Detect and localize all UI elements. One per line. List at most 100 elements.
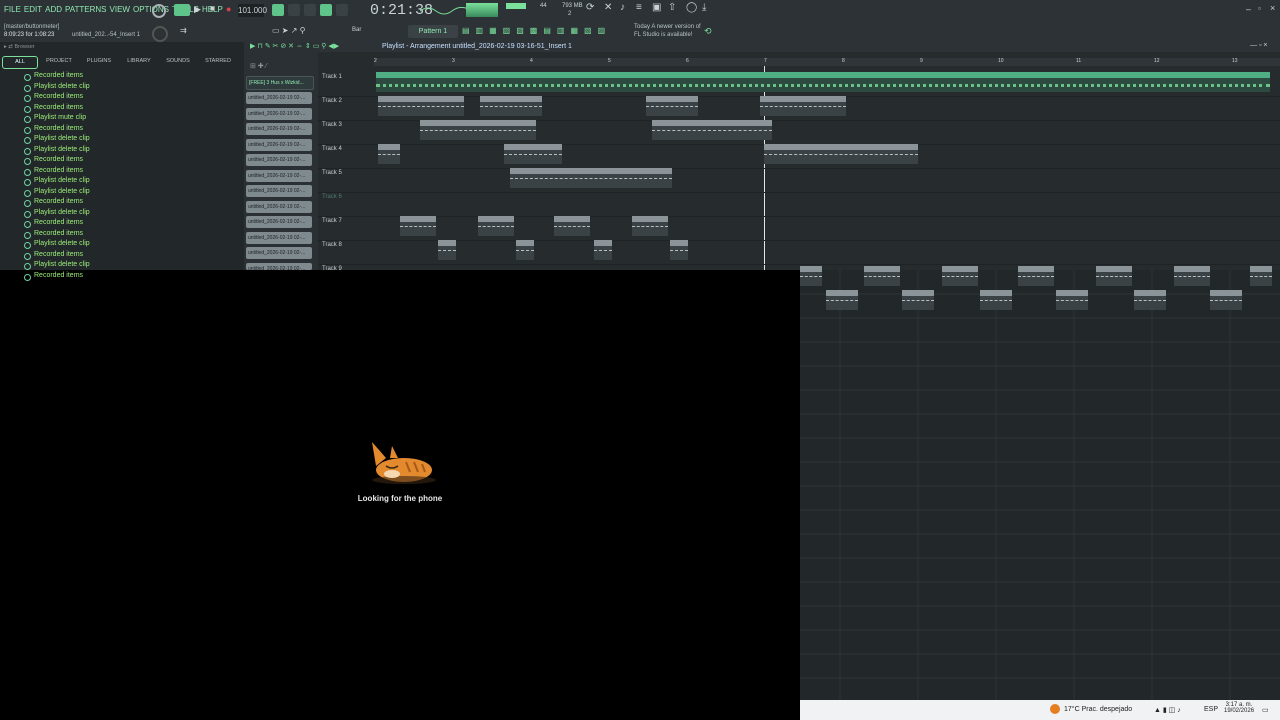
audio-clip[interactable]: untitl...sert 1: [478, 216, 514, 236]
channel-item[interactable]: untitled_2026-02-19 02-...: [246, 169, 312, 182]
playlist-window-controls[interactable]: — ▫ ×: [1250, 42, 1267, 49]
arrange-icon[interactable]: ≡: [636, 2, 648, 14]
export-icon[interactable]: ⇧: [668, 2, 680, 14]
tab-project[interactable]: PROJECT: [40, 56, 78, 67]
snap-selector[interactable]: Bar: [352, 27, 361, 33]
chat-icon[interactable]: ◯: [686, 2, 698, 14]
track-label[interactable]: Track 5: [322, 170, 342, 176]
audio-clip[interactable]: untitl...1 #2: [826, 290, 858, 310]
audio-clip[interactable]: [516, 240, 534, 260]
list-item[interactable]: Recorded items: [24, 93, 234, 104]
audio-clip[interactable]: untitl...sert 1: [864, 266, 900, 286]
track-label[interactable]: Track 1: [322, 74, 342, 80]
track-label[interactable]: Track 9: [322, 266, 342, 272]
play-icon[interactable]: ▶: [194, 4, 206, 16]
list-item[interactable]: Recorded items: [24, 72, 234, 83]
audio-clip[interactable]: untitl...sert 1: [632, 216, 668, 236]
clock[interactable]: 3:17 a. m. 19/02/2026: [1224, 702, 1254, 714]
tab-all[interactable]: ALL: [2, 56, 38, 69]
tab-plugins[interactable]: PLUGINS: [80, 56, 118, 67]
audio-clip[interactable]: untitled_2...6_Insert 1: [504, 144, 562, 164]
audio-clip[interactable]: untitl...sert 1: [554, 216, 590, 236]
list-item[interactable]: Recorded items: [24, 219, 234, 230]
midi-icon[interactable]: ✕: [604, 2, 616, 14]
audio-clip[interactable]: untitled_..._Insert 1: [646, 96, 698, 116]
weather-icon[interactable]: [1050, 704, 1060, 714]
list-item[interactable]: Recorded items: [24, 104, 234, 115]
timeline-ruler[interactable]: 2 3 4 5 6 7 8 9 10 11 12 13: [374, 58, 1280, 66]
audio-clip[interactable]: untitl...1 #2: [980, 290, 1012, 310]
playlist-tool-icons[interactable]: ▶ ⊓ ✎ ✂ ⊘ ✕ ⇔ ⇕ ▭ ⚲ ◀▶: [250, 42, 339, 50]
panic-icon[interactable]: ⟳: [586, 2, 598, 14]
weather-text[interactable]: 17°C Prac. despejado: [1064, 706, 1132, 713]
audio-clip[interactable]: untitl...1 #2: [1134, 290, 1166, 310]
list-item[interactable]: Playlist delete clip: [24, 177, 234, 188]
audio-clip[interactable]: untitled_2026-02-19 03-16-34_Insert 1: [652, 120, 772, 140]
channel-item[interactable]: untitled_2026-02-19 02-...: [246, 107, 312, 120]
channel-item[interactable]: untitled_2026-02-19 02-...: [246, 138, 312, 151]
audio-clip[interactable]: [594, 240, 612, 260]
list-item[interactable]: Playlist delete clip: [24, 83, 234, 94]
pattern-song-toggle[interactable]: [174, 4, 190, 16]
tool-arrow-icon[interactable]: ⇉: [180, 26, 187, 35]
track-label[interactable]: Track 7: [322, 218, 342, 224]
audio-clip[interactable]: [800, 266, 822, 286]
minimize-icon[interactable]: –: [1246, 4, 1251, 14]
list-item[interactable]: Recorded items: [24, 251, 234, 262]
menu-file[interactable]: FILE: [4, 5, 21, 14]
wait-input-icon[interactable]: [288, 4, 300, 16]
audio-clip[interactable]: untitled_2026-02-19 03-16-51_Insert 1: [764, 144, 918, 164]
list-item[interactable]: Recorded items: [24, 198, 234, 209]
news-refresh-icon[interactable]: ⟲: [704, 26, 712, 37]
tab-sounds[interactable]: SOUNDS: [160, 56, 196, 67]
close-icon[interactable]: ×: [1270, 3, 1275, 13]
list-item[interactable]: Playlist delete clip: [24, 146, 234, 157]
list-item[interactable]: Recorded items: [24, 230, 234, 241]
channel-item[interactable]: untitled_2026-02-19 02-...: [246, 154, 312, 166]
master-volume-knob[interactable]: [152, 4, 166, 18]
audio-clip[interactable]: untitl...sert 1: [400, 216, 436, 236]
tab-library[interactable]: LIBRARY: [120, 56, 158, 67]
notification-icon[interactable]: ▭: [1262, 706, 1269, 714]
stop-icon[interactable]: ■: [210, 4, 222, 16]
window-shortcut-icons[interactable]: ▤▥▦▧▨▩▤▥▦▧▨: [462, 26, 611, 35]
track-label[interactable]: Track 4: [322, 146, 342, 152]
save-icon[interactable]: ▣: [652, 2, 664, 14]
audio-clip[interactable]: unt..1: [378, 144, 400, 164]
audio-clip[interactable]: untitl...1 #2: [902, 290, 934, 310]
tempo-display[interactable]: 101.000: [238, 4, 267, 17]
channel-item[interactable]: untitled_2026-02-19 02-...: [246, 185, 312, 197]
channel-item[interactable]: untitled_2026-02-19 02-...: [246, 92, 312, 104]
track-label[interactable]: Track 2: [322, 98, 342, 104]
audio-clip[interactable]: untitled_2026-02-..43-07_Insert 1: [378, 96, 464, 116]
list-item[interactable]: Recorded items: [24, 167, 234, 178]
channel-list-tools[interactable]: ⊞ ✚ ⁄: [250, 62, 267, 70]
download-icon[interactable]: ⤓: [702, 2, 714, 14]
audio-clip[interactable]: untitl...1 #2: [1056, 290, 1088, 310]
mic-icon[interactable]: ♪: [620, 2, 632, 14]
list-item[interactable]: Playlist delete clip: [24, 188, 234, 199]
channel-item[interactable]: untitled_2026-02-19 02-...: [246, 123, 312, 135]
audio-clip[interactable]: untitled_2026-02-19 02-46-49_Insert 1: [510, 168, 672, 188]
tab-starred[interactable]: STARRED: [198, 56, 238, 67]
list-item[interactable]: Playlist delete clip: [24, 209, 234, 220]
audio-clip[interactable]: untitl...1 #2: [1210, 290, 1242, 310]
menu-view[interactable]: VIEW: [110, 5, 130, 14]
list-item[interactable]: Recorded items: [24, 125, 234, 136]
channel-knob[interactable]: [152, 26, 168, 42]
menu-edit[interactable]: EDIT: [24, 5, 42, 14]
metronome-icon[interactable]: [272, 4, 284, 16]
tray-icons[interactable]: ▲ ▮ ◫ ♪: [1154, 706, 1181, 714]
list-item[interactable]: Recorded items: [24, 156, 234, 167]
channel-item[interactable]: untitled_2026-02-19 02-...: [246, 247, 312, 259]
audio-clip[interactable]: untitl...sert 1: [1018, 266, 1054, 286]
list-item[interactable]: Playlist delete clip: [24, 261, 234, 272]
audio-clip[interactable]: untitl...sert 1: [1250, 266, 1272, 286]
channel-item[interactable]: [FREE] 3 Hus x Wizkid...: [246, 76, 314, 90]
audio-clip[interactable]: untitl...sert 1: [942, 266, 978, 286]
audio-clip[interactable]: [670, 240, 688, 260]
channel-item[interactable]: untitled_2026-02-19 02-...: [246, 200, 312, 213]
channel-item[interactable]: untitled_2026-02-19 02-...: [246, 231, 312, 244]
audio-clip[interactable]: untitled_20...9_Insert 1: [480, 96, 542, 116]
record-icon[interactable]: ●: [226, 4, 238, 16]
